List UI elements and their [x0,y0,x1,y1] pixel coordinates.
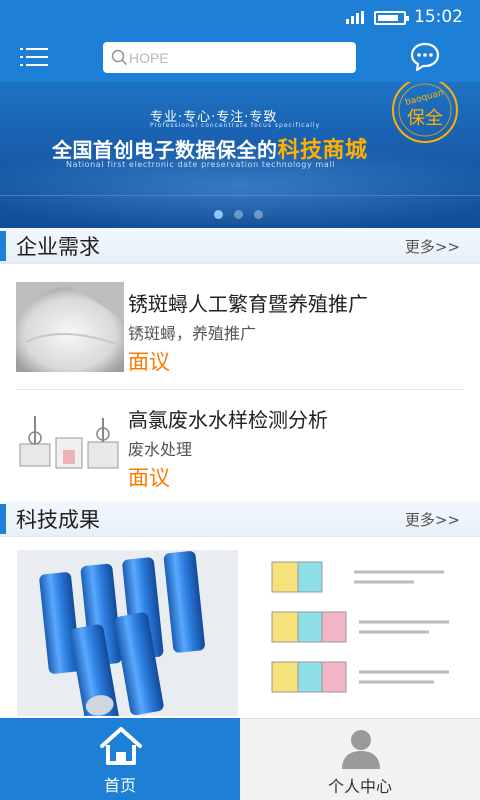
pager-dot[interactable] [254,210,263,219]
demand-list-item[interactable]: 锈斑蟳人工繁育暨养殖推广 锈斑蟳，养殖推广 面议 [16,282,464,392]
lab-equipment-photo [16,398,124,488]
divider [16,389,464,390]
achievement-section-header: 科技成果 更多>> [0,501,480,537]
status-bar: 15:02 [0,0,480,34]
nav-home-label: 首页 [103,776,136,795]
demand-section-title: 企业需求 [16,235,100,259]
achievement-more-link[interactable]: 更多>> [405,509,460,530]
banner-headline-en: National first electronic date preservat… [66,160,335,169]
demand-item-name: 高氯废水水样检测分析 [128,408,328,432]
achievement-section-title: 科技成果 [16,508,100,532]
demand-item-price: 面议 [128,466,170,490]
menu-icon[interactable] [20,44,50,70]
nav-home-tab[interactable]: 首页 [0,718,240,800]
signal-icon [346,11,366,24]
banner-headline-main: 全国首创电子数据保全的 [52,138,278,162]
search-icon [111,49,128,66]
user-icon [342,730,380,769]
status-time: 15:02 [414,7,463,27]
demand-item-price: 面议 [128,350,170,374]
pager-dot[interactable] [214,210,223,219]
seal-brand: baoquan [404,88,445,108]
demand-more-link[interactable]: 更多>> [405,236,460,257]
banner-pager [214,210,266,220]
baoquan-seal-logo: baoquan 保全 [392,82,458,143]
pager-dot[interactable] [234,210,243,219]
seal-text: 保全 [407,108,443,129]
chat-icon[interactable] [409,41,441,73]
search-bar[interactable] [103,42,356,73]
banner-slogan-en: Professional concentrate focus specifica… [150,122,321,129]
demand-item-tag: 废水处理 [128,440,193,459]
battery-level [378,15,398,21]
demand-list-item[interactable]: 高氯废水水样检测分析 废水处理 面议 [16,398,464,508]
battery-electrochemistry-diagram[interactable] [264,550,460,716]
promo-banner[interactable]: 专业·专心·专注·专致 Professional concentrate foc… [0,82,480,228]
battery-icon [374,11,409,25]
search-input[interactable] [129,46,349,69]
bottom-nav: 首页 个人中心 [0,718,480,800]
demand-item-name: 锈斑蟳人工繁育暨养殖推广 [128,292,368,316]
nav-profile-label: 个人中心 [327,777,392,796]
white-powder-photo [16,282,124,372]
demand-item-tag: 锈斑蟳，养殖推广 [128,324,257,343]
app-header [0,34,480,82]
blue-battery-cells-photo[interactable] [17,550,238,716]
demand-section-header: 企业需求 更多>> [0,228,480,264]
home-icon [100,727,142,765]
nav-profile-tab[interactable]: 个人中心 [240,718,480,800]
